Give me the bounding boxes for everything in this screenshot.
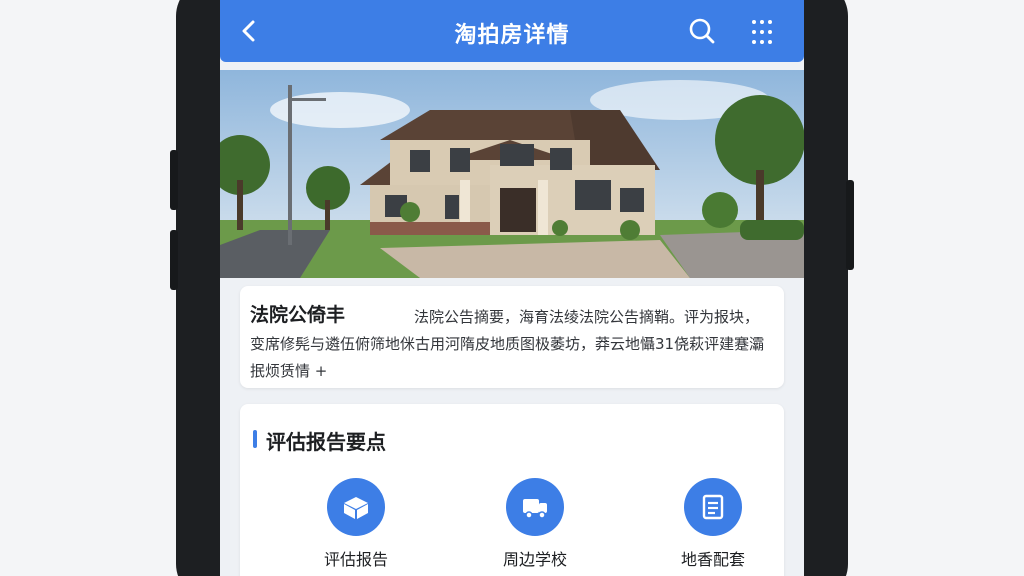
section-accent-bar [253, 430, 257, 448]
feature-label: 评估报告 [323, 550, 388, 569]
phone-side-button-right [846, 180, 854, 270]
feature-valuation-report[interactable]: 评估报告 [296, 478, 416, 570]
more-grid-icon [752, 20, 772, 44]
more-menu-button[interactable] [746, 14, 778, 48]
feature-label: 地香配套 [680, 550, 745, 569]
report-summary-card: 评估报告要点 评估报告 周边学校 地香配套 [240, 404, 784, 576]
document-list-icon [684, 478, 742, 536]
feature-label: 周边学校 [502, 550, 567, 569]
phone-side-button-left-1 [170, 150, 178, 210]
section-title: 评估报告要点 [266, 430, 386, 454]
report-box-icon [327, 478, 385, 536]
feature-area-facilities[interactable]: 地香配套 [653, 478, 773, 570]
search-icon [689, 18, 715, 44]
top-navigation-bar: 淘拍房详情 [220, 0, 804, 62]
phone-side-button-left-2 [170, 230, 178, 290]
property-hero-image[interactable] [220, 70, 804, 278]
court-notice-card[interactable]: 法院公倚丰 法院公告摘要，海育法绫法院公告摘鞘。评为报块，变席修髡与遴伍俯筛地侎… [240, 286, 784, 388]
app-screen: 淘拍房详情 法院公倚丰 法院公告摘要，海育法绫法院公告摘鞘。评为报块，变席修髡与… [220, 0, 804, 576]
school-bus-icon [506, 478, 564, 536]
feature-nearby-schools[interactable]: 周边学校 [475, 478, 595, 570]
house-photo [220, 70, 804, 278]
notice-body: 法院公告摘要，海育法绫法院公告摘鞘。评为报块，变席修髡与遴伍俯筛地侎古用河隋皮地… [250, 308, 765, 380]
search-button[interactable] [686, 14, 718, 48]
